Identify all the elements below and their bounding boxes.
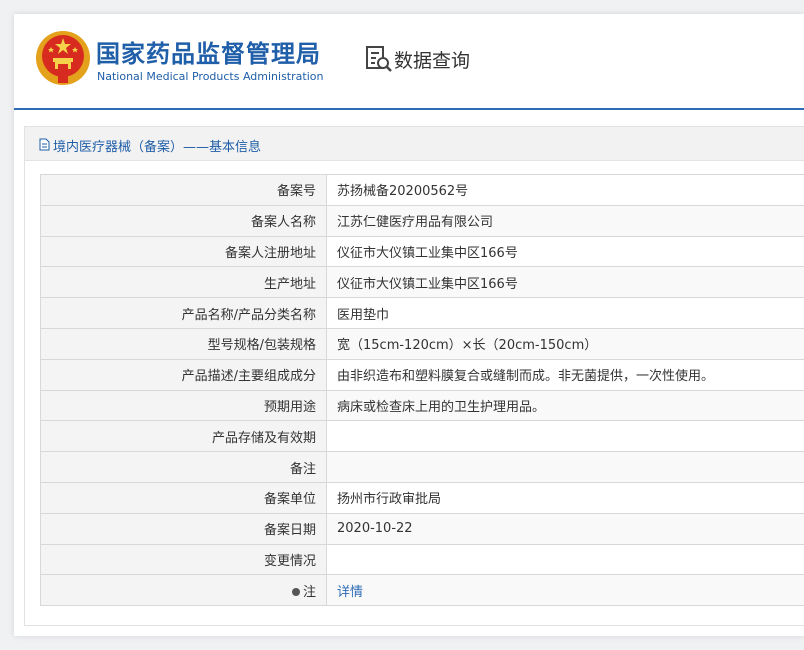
table-row: 备案人注册地址 仪征市大仪镇工业集中区166号: [40, 235, 804, 268]
section-title: 境内医疗器械（备案）——基本信息: [53, 140, 262, 155]
row-value: 2020-10-22: [326, 512, 804, 545]
note-bullet-icon: [291, 587, 300, 596]
table-row: 产品描述/主要组成成分 由非织造布和塑料膜复合或缝制而成。非无菌提供，一次性使用…: [40, 358, 804, 391]
agency-name-en: National Medical Products Administration: [97, 70, 324, 83]
row-label: 变更情况: [40, 543, 327, 576]
table-row: 备案日期 2020-10-22: [40, 512, 804, 545]
agency-name-cn: 国家药品监督管理局: [96, 40, 321, 68]
row-label: 预期用途: [40, 389, 327, 422]
site-header: 国家药品监督管理局 National Medical Products Admi…: [14, 14, 804, 110]
row-label: 备案号: [40, 174, 327, 206]
row-label: 产品描述/主要组成成分: [40, 358, 327, 391]
table-row: 生产地址 仪征市大仪镇工业集中区166号: [40, 266, 804, 299]
table-row: 预期用途 病床或检查床上用的卫生护理用品。: [40, 389, 804, 422]
table-row: 变更情况: [40, 543, 804, 576]
data-query-title: 数据查询: [394, 50, 471, 72]
row-value: 病床或检查床上用的卫生护理用品。: [326, 389, 804, 422]
row-label: 备注: [40, 451, 327, 483]
row-label: 备案单位: [40, 481, 327, 514]
row-value: 宽（15cm-120cm）×长（20cm-150cm）: [326, 327, 804, 360]
row-label: 备案人名称: [40, 204, 327, 237]
page-container: 国家药品监督管理局 National Medical Products Admi…: [14, 14, 804, 636]
row-label: 型号规格/包装规格: [40, 327, 327, 360]
row-label: 注: [302, 584, 316, 600]
section-header: 境内医疗器械（备案）——基本信息: [25, 127, 804, 161]
row-value: [326, 543, 804, 576]
note-value-cell: 详情: [326, 574, 804, 607]
row-value: 仪征市大仪镇工业集中区166号: [326, 266, 804, 299]
table-row: 产品存储及有效期: [40, 420, 804, 453]
row-value: 仪征市大仪镇工业集中区166号: [326, 235, 804, 268]
table-row: 备案单位 扬州市行政审批局: [40, 481, 804, 514]
document-search-icon: [366, 46, 392, 72]
note-label-cell: 注: [40, 574, 327, 607]
row-value: 由非织造布和塑料膜复合或缝制而成。非无菌提供，一次性使用。: [326, 358, 804, 391]
table-row: 产品名称/产品分类名称 医用垫巾: [40, 297, 804, 329]
table-row: 备案号 苏扬械备20200562号: [40, 174, 804, 206]
row-label: 产品名称/产品分类名称: [40, 297, 327, 329]
row-label: 产品存储及有效期: [40, 420, 327, 453]
table-row: 型号规格/包装规格 宽（15cm-120cm）×长（20cm-150cm）: [40, 327, 804, 360]
detail-panel: 境内医疗器械（备案）——基本信息 备案号 苏扬械备20200562号 备案人名称…: [24, 126, 804, 626]
table-row: 备案人名称 江苏仁健医疗用品有限公司: [40, 204, 804, 237]
row-value: [326, 420, 804, 453]
details-link[interactable]: 详情: [337, 585, 363, 600]
table-row: 备注: [40, 451, 804, 483]
table-row: 注 详情: [40, 574, 804, 607]
info-table: 备案号 苏扬械备20200562号 备案人名称 江苏仁健医疗用品有限公司 备案人…: [40, 174, 804, 607]
document-icon: [39, 138, 50, 151]
national-emblem-icon: [36, 31, 90, 85]
row-value: 医用垫巾: [326, 297, 804, 329]
row-label: 备案人注册地址: [40, 235, 327, 268]
row-value: [326, 451, 804, 483]
row-label: 备案日期: [40, 512, 327, 545]
row-value: 苏扬械备20200562号: [326, 174, 804, 206]
row-value: 江苏仁健医疗用品有限公司: [326, 204, 804, 237]
row-label: 生产地址: [40, 266, 327, 299]
row-value: 扬州市行政审批局: [326, 481, 804, 514]
